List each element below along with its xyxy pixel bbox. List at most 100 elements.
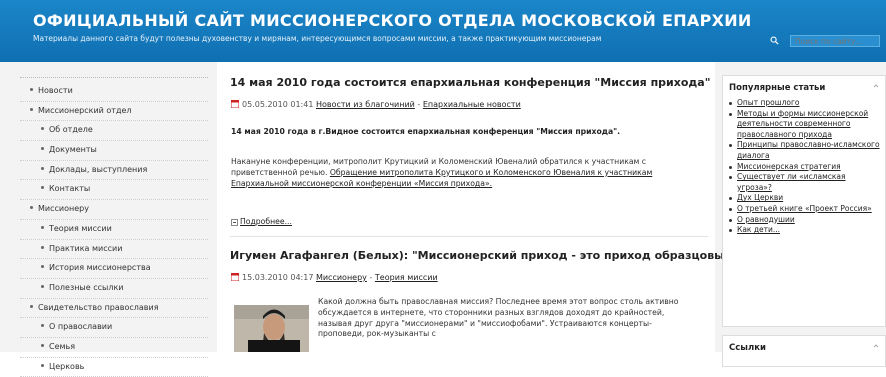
nav-item[interactable]: Доклады, выступления — [20, 161, 208, 181]
bullet-icon — [41, 284, 44, 288]
nav-item[interactable]: Практика миссии — [20, 240, 208, 260]
popular-article-link[interactable]: Дух Церкви — [729, 193, 881, 204]
bullet-icon — [41, 363, 44, 367]
nav-item[interactable]: Церковь — [20, 358, 208, 377]
article-meta: 15.03.2010 04:17 Миссионеру - Теория мис… — [231, 272, 438, 282]
meta-separator: - — [414, 100, 423, 109]
expand-icon — [231, 218, 238, 226]
chevron-up-icon[interactable] — [873, 343, 879, 349]
bullet-icon — [729, 229, 732, 233]
bullet-icon — [729, 102, 732, 105]
popular-article-label: Миссионерская стратегия — [737, 161, 841, 171]
nav-item-label: Семья — [49, 341, 76, 351]
search-input[interactable] — [790, 35, 880, 47]
bullet-icon — [30, 88, 33, 91]
left-navigation: Новости Миссионерский отдел Об отделе Докум… — [20, 77, 208, 377]
article-meta: 05.05.2010 01:41 Новости из благочиний -… — [231, 99, 521, 109]
popular-article-link[interactable]: Миссионерская стратегия — [729, 162, 881, 173]
bullet-icon — [41, 225, 44, 229]
nav-item-label: Об отделе — [49, 125, 93, 135]
nav-item[interactable]: Полезные ссылки — [20, 279, 208, 299]
article-date: 15.03.2010 04:17 — [242, 273, 314, 282]
links-box: Ссылки — [722, 335, 886, 367]
popular-article-link[interactable]: Опыт прошлого — [729, 98, 881, 109]
search-icon[interactable] — [770, 36, 779, 45]
nav-item[interactable]: Об отделе — [20, 121, 208, 142]
nav-item[interactable]: История миссионерства — [20, 259, 208, 279]
nav-item[interactable]: О православии — [20, 318, 208, 338]
nav-item-label: Контакты — [49, 184, 91, 194]
bullet-icon — [729, 176, 732, 180]
nav-item-label: Церковь — [49, 361, 85, 371]
bullet-icon — [41, 186, 44, 190]
nav-item-label: Практика миссии — [49, 243, 123, 253]
bullet-icon — [41, 127, 44, 131]
popular-article-label: Дух Церкви — [737, 193, 784, 203]
chevron-up-icon[interactable] — [873, 83, 879, 89]
bullet-icon — [41, 166, 44, 170]
bullet-icon — [729, 218, 732, 222]
nav-item[interactable]: Семья — [20, 338, 208, 358]
article-title[interactable]: 14 мая 2010 года состоится епархиальная … — [230, 76, 710, 89]
article-separator — [230, 236, 708, 237]
bullet-icon — [41, 324, 44, 328]
popular-article-label: Методы и формы миссионерской деятельност… — [737, 108, 869, 139]
popular-article-label: Опыт прошлого — [737, 98, 800, 107]
nav-item-label: Теория миссии — [49, 223, 112, 233]
read-more[interactable]: Подробнее... — [231, 217, 292, 228]
nav-item[interactable]: Новости — [20, 82, 208, 102]
read-more-link[interactable]: Подробнее... — [240, 217, 292, 226]
nav-item-label: Новости — [38, 86, 73, 95]
popular-article-link[interactable]: Как дети... — [729, 225, 881, 236]
site-subtitle: Материалы данного сайта будут полезны ду… — [33, 34, 602, 43]
popular-articles-list: Опыт прошлого Методы и формы миссионерско… — [729, 98, 881, 236]
nav-item-label: Полезные ссылки — [49, 282, 124, 292]
nav-item-label: О православии — [49, 322, 113, 332]
article-body: Накануне конференции, митрополит Крутицк… — [231, 157, 701, 189]
popular-articles-box: Популярные статьи Опыт прошлого Методы и … — [722, 75, 886, 327]
bullet-icon — [30, 107, 33, 111]
bullet-icon — [41, 245, 44, 249]
nav-item-label: Документы — [49, 145, 97, 155]
popular-article-label: О равнодушии — [737, 214, 795, 224]
bullet-icon — [41, 343, 44, 347]
subcategory-link[interactable]: Теория миссии — [375, 273, 438, 282]
nav-item-label: Свидетельство православия — [38, 302, 159, 312]
popular-article-label: Существует ли «исламская угроза»? — [737, 172, 846, 192]
article-date: 05.05.2010 01:41 — [242, 100, 314, 109]
nav-list: Новости Миссионерский отдел Об отделе Докум… — [20, 82, 208, 377]
site-header: ОФИЦИАЛЬНЫЙ САЙТ МИССИОНЕРСКОГО ОТДЕЛА М… — [0, 0, 886, 62]
calendar-icon — [231, 99, 239, 108]
meta-separator: - — [366, 273, 375, 282]
nav-item[interactable]: Контакты — [20, 180, 208, 201]
bullet-icon — [30, 304, 33, 308]
nav-item[interactable]: Свидетельство православия — [20, 299, 208, 319]
bullet-icon — [41, 147, 44, 151]
category-link[interactable]: Миссионеру — [316, 273, 367, 282]
bullet-icon — [729, 207, 732, 211]
popular-article-link[interactable]: О третьей книге «Проект Россия» — [729, 204, 881, 215]
nav-item[interactable]: Документы — [20, 141, 208, 161]
popular-article-link[interactable]: Методы и формы миссионерской деятельност… — [729, 109, 881, 141]
category-link[interactable]: Новости из благочиний — [316, 100, 415, 109]
nav-item[interactable]: Миссионеру — [20, 200, 208, 220]
calendar-icon — [231, 272, 239, 281]
nav-item-label: Миссионеру — [38, 204, 89, 214]
nav-item-label: Миссионерский отдел — [38, 105, 132, 115]
popular-article-label: О третьей книге «Проект Россия» — [737, 203, 872, 213]
subcategory-link[interactable]: Епархиальные новости — [423, 100, 521, 109]
nav-item[interactable]: Миссионерский отдел — [20, 102, 208, 122]
popular-article-link[interactable]: О равнодушии — [729, 215, 881, 226]
popular-articles-title: Популярные статьи — [729, 83, 826, 93]
priest-portrait — [234, 305, 309, 352]
nav-item-label: Доклады, выступления — [49, 164, 148, 174]
article-excerpt: Какой должна быть православная миссия? П… — [318, 297, 679, 339]
nav-item-label: История миссионерства — [49, 263, 151, 273]
site-title[interactable]: ОФИЦИАЛЬНЫЙ САЙТ МИССИОНЕРСКОГО ОТДЕЛА М… — [33, 11, 752, 30]
popular-article-link[interactable]: Принципы православно-исламского диалога — [729, 140, 881, 161]
bullet-icon — [41, 265, 44, 269]
article-title[interactable]: Игумен Агафангел (Белых): "Миссионерский… — [230, 249, 738, 262]
popular-article-link[interactable]: Существует ли «исламская угроза»? — [729, 172, 881, 193]
nav-item[interactable]: Теория миссии — [20, 220, 208, 240]
nav-divider — [20, 77, 208, 78]
